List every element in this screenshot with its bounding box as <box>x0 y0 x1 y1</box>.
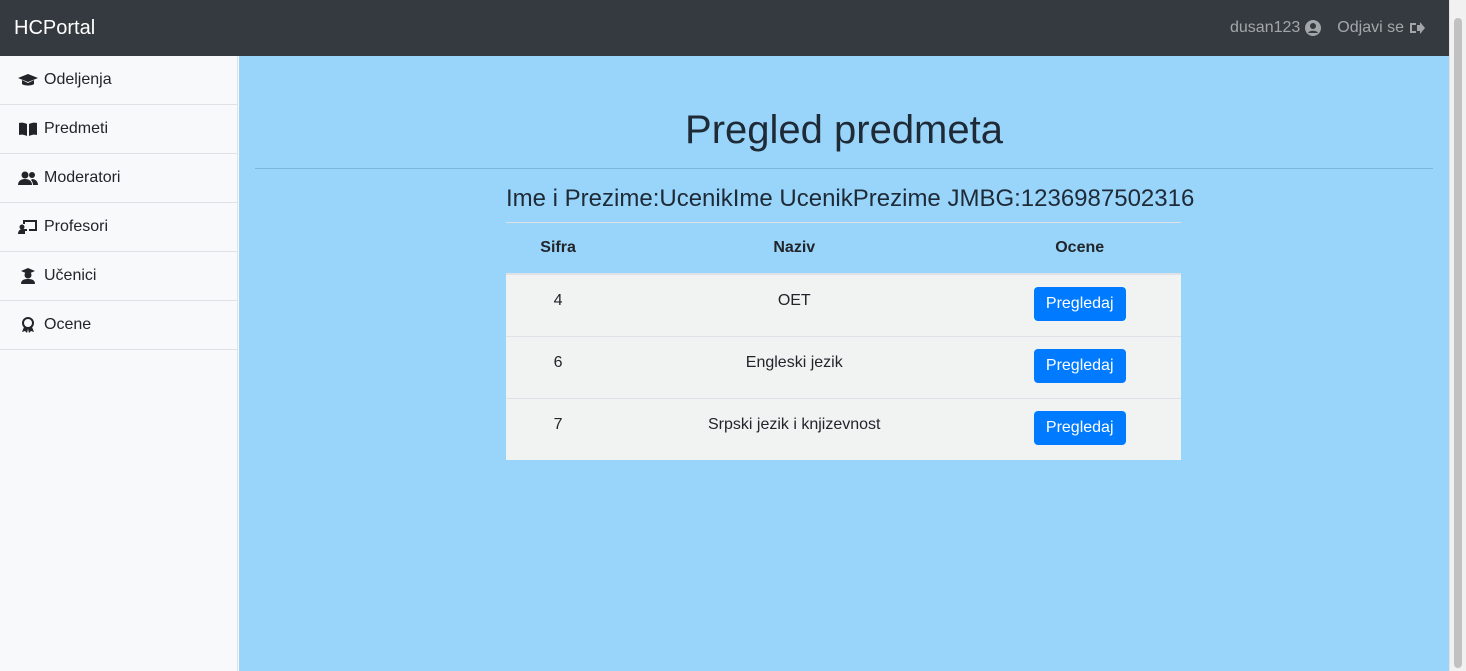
pregledaj-button[interactable]: Pregledaj <box>1033 348 1126 383</box>
sidebar-item-moderatori[interactable]: Moderatori <box>0 154 237 203</box>
user-menu: dusan123 Odjavi se <box>1230 19 1425 37</box>
sidebar-item-label: Predmeti <box>44 120 109 137</box>
column-header-naziv: Naziv <box>610 222 979 275</box>
column-header-sifra: Sifra <box>506 222 611 275</box>
user-circle-icon <box>1305 20 1322 36</box>
table-row: 4 OET Pregledaj <box>506 273 1181 336</box>
sign-out-icon <box>1410 22 1425 34</box>
table-header-row: Sifra Naziv Ocene <box>506 222 1181 275</box>
chalkboard-teacher-icon <box>18 220 37 234</box>
book-icon <box>19 122 37 136</box>
divider <box>255 168 1433 169</box>
sidebar-item-ucenici[interactable]: Učenici <box>0 252 237 301</box>
pregledaj-button[interactable]: Pregledaj <box>1033 410 1126 445</box>
top-navbar: HCPortal dusan123 Odjavi se <box>0 0 1449 56</box>
users-icon <box>18 171 38 185</box>
cell-ocene: Pregledaj <box>978 335 1181 398</box>
cell-naziv: Engleski jezik <box>610 335 979 398</box>
sidebar-item-label: Moderatori <box>44 169 121 186</box>
table-row: 7 Srpski jezik i knjizevnost Pregledaj <box>506 397 1181 460</box>
sidebar-item-label: Ocene <box>44 316 92 333</box>
brand-logo[interactable]: HCPortal <box>14 17 95 40</box>
sidebar-item-ocene[interactable]: Ocene <box>0 301 237 350</box>
table-row: 6 Engleski jezik Pregledaj <box>506 335 1181 398</box>
logout-label: Odjavi se <box>1337 19 1404 36</box>
cell-sifra: 4 <box>506 273 611 336</box>
sidebar: Odeljenja Predmeti Moderatori Profesori … <box>0 56 238 671</box>
column-header-ocene: Ocene <box>978 222 1181 275</box>
vertical-scrollbar[interactable] <box>1449 0 1466 671</box>
cell-sifra: 7 <box>506 397 611 460</box>
cell-naziv: OET <box>610 273 979 336</box>
main-content: Pregled predmeta Ime i Prezime:UcenikIme… <box>239 56 1449 671</box>
scrollbar-thumb[interactable] <box>1454 18 1462 668</box>
sidebar-item-profesori[interactable]: Profesori <box>0 203 237 252</box>
pregledaj-button[interactable]: Pregledaj <box>1033 287 1126 321</box>
sidebar-item-odeljenja[interactable]: Odeljenja <box>0 56 237 105</box>
username: dusan123 <box>1230 19 1301 36</box>
sidebar-item-label: Odeljenja <box>44 71 112 88</box>
subjects-table: Sifra Naziv Ocene 4 OET Pregledaj 6 Engl… <box>506 222 1181 460</box>
cell-naziv: Srpski jezik i knjizevnost <box>610 397 979 460</box>
sidebar-item-label: Učenici <box>44 267 97 284</box>
award-icon <box>22 317 34 333</box>
cell-ocene: Pregledaj <box>978 397 1181 460</box>
cell-ocene: Pregledaj <box>978 273 1181 336</box>
logout-link[interactable]: Odjavi se <box>1337 19 1425 37</box>
user-profile-link[interactable]: dusan123 <box>1230 19 1322 37</box>
cell-sifra: 6 <box>506 335 611 398</box>
sidebar-item-predmeti[interactable]: Predmeti <box>0 105 237 154</box>
student-info: Ime i Prezime:UcenikIme UcenikPrezime JM… <box>506 185 1195 212</box>
graduation-cap-icon <box>18 74 38 86</box>
page-title: Pregled predmeta <box>685 108 1003 152</box>
user-graduate-icon <box>21 268 35 284</box>
sidebar-item-label: Profesori <box>44 218 109 235</box>
